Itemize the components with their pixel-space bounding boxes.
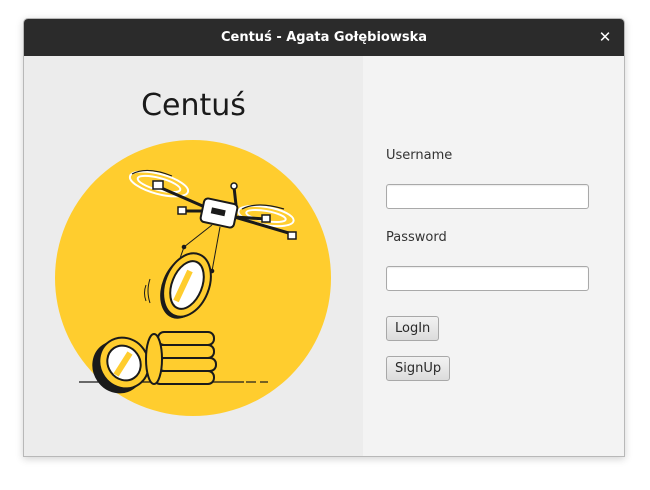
login-form-panel: Username Password LogIn SignUp [363, 56, 624, 456]
password-label: Password [386, 230, 447, 245]
close-button[interactable]: ✕ [596, 28, 614, 46]
password-input[interactable] [386, 266, 589, 291]
app-name-heading: Centuś [141, 88, 246, 123]
close-icon: ✕ [598, 28, 612, 46]
drone-coin-illustration [55, 140, 331, 416]
login-button[interactable]: LogIn [386, 316, 440, 341]
window-title: Centuś - Agata Gołębiowska [220, 30, 428, 45]
app-window: Centuś - Agata Gołębiowska ✕ Centuś User… [23, 18, 625, 457]
branding-panel: Centuś [24, 56, 363, 456]
title-bar[interactable]: Centuś - Agata Gołębiowska ✕ [24, 19, 624, 56]
signup-button[interactable]: SignUp [386, 356, 451, 381]
username-label: Username [386, 148, 453, 163]
username-input[interactable] [386, 184, 589, 209]
